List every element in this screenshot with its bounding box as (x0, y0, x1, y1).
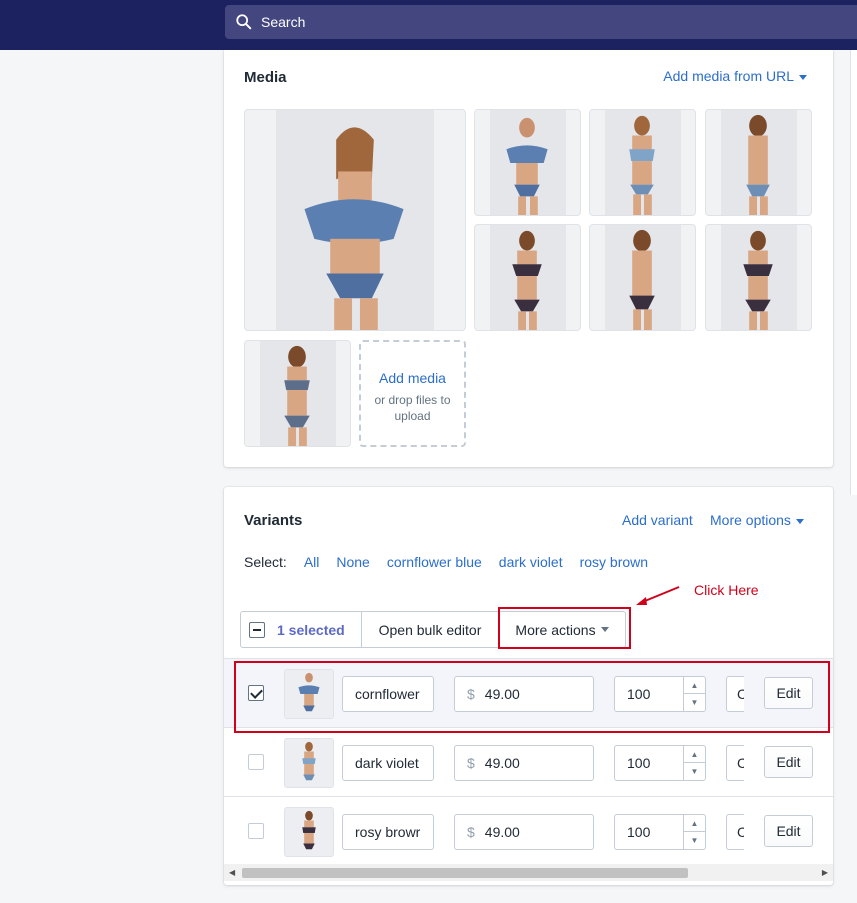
price-value: 49.00 (484, 755, 520, 771)
variant-price-field[interactable]: $49.00 (454, 745, 594, 781)
select-cornflower-blue-link[interactable]: cornflower blue (387, 554, 482, 570)
variant-name-field[interactable]: dark violet (342, 745, 434, 781)
quantity-stepper[interactable]: ▲ ▼ (683, 815, 705, 849)
media-image-7[interactable] (705, 224, 812, 331)
select-label: Select: (244, 554, 287, 570)
variant-quantity-field[interactable]: 100 ▲ ▼ (614, 814, 706, 850)
indeterminate-checkbox-icon[interactable] (249, 621, 265, 638)
variants-title: Variants (244, 512, 303, 529)
variant-select-row: Select: All None cornflower blue dark vi… (244, 554, 648, 570)
currency-symbol: $ (467, 824, 475, 840)
media-title: Media (244, 69, 287, 86)
quantity-stepper[interactable]: ▲ ▼ (683, 746, 705, 780)
edit-variant-button[interactable]: Edit (764, 746, 813, 778)
annotation-click-here: Click Here (694, 582, 759, 598)
chevron-up-icon[interactable]: ▲ (684, 746, 705, 763)
variant-row[interactable]: dark violet $49.00 100 ▲ ▼ C Edit (224, 727, 833, 796)
annotation-box-more-actions (498, 607, 631, 649)
search-label: Search (261, 14, 306, 30)
variants-card: Variants Add variant More options Select… (224, 487, 833, 885)
more-options-link[interactable]: More options (710, 512, 804, 528)
scroll-left-icon[interactable]: ◀ (229, 868, 235, 877)
add-media-from-url-label: Add media from URL (663, 68, 794, 84)
row-checkbox[interactable] (248, 823, 264, 839)
swimsuit-photo-icon (629, 115, 655, 215)
chevron-down-icon (799, 74, 807, 80)
annotation-box-selected-row (234, 661, 830, 733)
swimsuit-photo-icon (512, 230, 542, 330)
chevron-down-icon (795, 518, 804, 524)
media-image-4[interactable] (705, 109, 812, 216)
chevron-down-icon[interactable]: ▼ (684, 832, 705, 849)
select-all-link[interactable]: All (304, 554, 320, 570)
price-value: 49.00 (484, 824, 520, 840)
currency-symbol: $ (467, 755, 475, 771)
select-dark-violet-link[interactable]: dark violet (499, 554, 563, 570)
add-media-dropzone[interactable]: Add media or drop files to upload (359, 340, 466, 447)
top-bar: Search (0, 0, 857, 50)
media-image-3[interactable] (589, 109, 696, 216)
add-media-from-url-link[interactable]: Add media from URL (663, 68, 807, 84)
variant-thumbnail (284, 738, 334, 788)
quantity-value: 100 (627, 755, 651, 771)
chevron-down-icon[interactable]: ▼ (684, 763, 705, 780)
swimsuit-photo-icon (284, 345, 310, 446)
swimsuit-photo-icon (304, 127, 404, 330)
chevron-up-icon[interactable]: ▲ (684, 815, 705, 832)
variant-price-field[interactable]: $49.00 (454, 814, 594, 850)
scroll-right-icon[interactable]: ▶ (822, 868, 828, 877)
add-media-link[interactable]: Add media (361, 370, 464, 386)
swimsuit-photo-icon (629, 229, 655, 330)
side-card-edge (850, 50, 857, 495)
swimsuit-photo-icon (285, 808, 333, 856)
media-image-5[interactable] (474, 224, 581, 331)
more-options-label: More options (710, 512, 791, 528)
search-icon (236, 14, 252, 30)
swimsuit-photo-icon (746, 114, 770, 215)
select-none-link[interactable]: None (336, 554, 369, 570)
media-image-2[interactable] (474, 109, 581, 216)
search-bar[interactable]: Search (225, 5, 857, 39)
media-image-8[interactable] (244, 340, 351, 447)
horizontal-scrollbar[interactable]: ◀ ▶ (224, 864, 833, 881)
drop-files-hint: or drop files to upload (374, 393, 451, 423)
deselect-all-toggle[interactable]: 1 selected (241, 612, 362, 647)
variant-thumbnail (284, 807, 334, 857)
media-image-main[interactable] (244, 109, 466, 331)
variant-name-field[interactable]: rosy browr (342, 814, 434, 850)
row-checkbox[interactable] (248, 754, 264, 770)
selected-count: 1 selected (277, 621, 345, 638)
open-bulk-editor-button[interactable]: Open bulk editor (362, 612, 499, 647)
select-rosy-brown-link[interactable]: rosy brown (580, 554, 648, 570)
media-image-6[interactable] (589, 224, 696, 331)
swimsuit-photo-icon (506, 117, 548, 215)
scrollbar-thumb[interactable] (242, 868, 688, 878)
open-bulk-editor-label: Open bulk editor (378, 621, 482, 638)
annotation-arrow-icon (636, 586, 680, 605)
add-variant-link[interactable]: Add variant (622, 512, 693, 528)
quantity-value: 100 (627, 824, 651, 840)
swimsuit-photo-icon (743, 230, 773, 330)
media-card: Media Add media from URL Add media or dr… (224, 50, 833, 467)
edit-variant-button[interactable]: Edit (764, 815, 813, 847)
swimsuit-photo-icon (285, 739, 333, 787)
variant-row[interactable]: rosy browr $49.00 100 ▲ ▼ C Edit (224, 796, 833, 865)
variant-quantity-field[interactable]: 100 ▲ ▼ (614, 745, 706, 781)
